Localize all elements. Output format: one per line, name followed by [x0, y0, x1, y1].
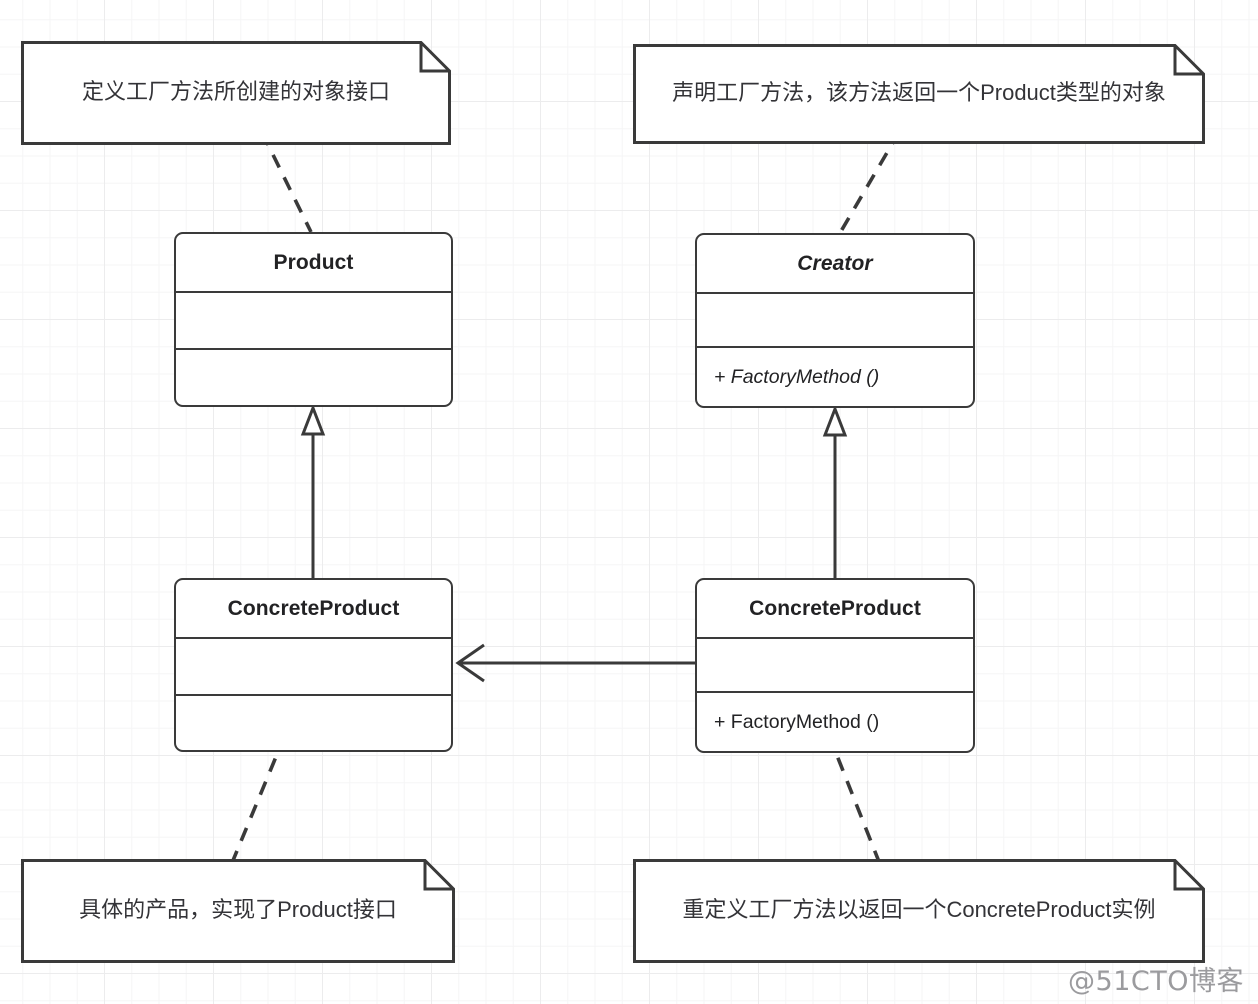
- class-box-concrete-creator[interactable]: ConcreteProduct + FactoryMethod (): [695, 578, 975, 753]
- class-name-product: Product: [176, 234, 451, 293]
- class-operations-product: [176, 350, 451, 405]
- note-creator-text: 声明工厂方法，该方法返回一个Product类型的对象: [672, 80, 1166, 105]
- class-attributes-concrete-product: [176, 639, 451, 696]
- class-box-product[interactable]: Product: [174, 232, 453, 407]
- note-creator: 声明工厂方法，该方法返回一个Product类型的对象: [633, 44, 1205, 144]
- note-product: 定义工厂方法所创建的对象接口: [21, 41, 451, 145]
- class-name-concrete-product: ConcreteProduct: [176, 580, 451, 639]
- class-attributes-product: [176, 293, 451, 350]
- note-concrete-product-text: 具体的产品，实现了Product接口: [79, 897, 397, 922]
- watermark: @51CTO博客: [1068, 966, 1244, 997]
- note-concrete-creator-text: 重定义工厂方法以返回一个ConcreteProduct实例: [682, 897, 1156, 922]
- generalization-concreteproduct-to-product: [300, 403, 326, 578]
- dependency-concretecreator-to-concreteproduct: [455, 643, 696, 683]
- generalization-concreteproduct-to-creator: [822, 404, 848, 578]
- class-operations-creator: + FactoryMethod (): [714, 365, 880, 388]
- connector-layer: [220, 109, 914, 888]
- class-box-creator[interactable]: Creator + FactoryMethod (): [695, 233, 975, 408]
- note-product-text: 定义工厂方法所创建的对象接口: [81, 79, 390, 104]
- class-name-creator: Creator: [697, 235, 973, 294]
- class-name-concrete-creator: ConcreteProduct: [697, 580, 973, 639]
- class-operations-concrete-product: [176, 696, 451, 751]
- uml-diagram-canvas: 定义工厂方法所创建的对象接口 声明工厂方法，该方法返回一个Product类型的对…: [0, 0, 1258, 1004]
- note-concrete-product: 具体的产品，实现了Product接口: [21, 859, 455, 963]
- class-box-concrete-product[interactable]: ConcreteProduct: [174, 578, 453, 752]
- class-attributes-concrete-creator: [697, 639, 973, 693]
- class-attributes-creator: [697, 294, 973, 348]
- note-concrete-creator: 重定义工厂方法以返回一个ConcreteProduct实例: [633, 859, 1205, 963]
- class-operations-concrete-creator: + FactoryMethod (): [714, 710, 880, 733]
